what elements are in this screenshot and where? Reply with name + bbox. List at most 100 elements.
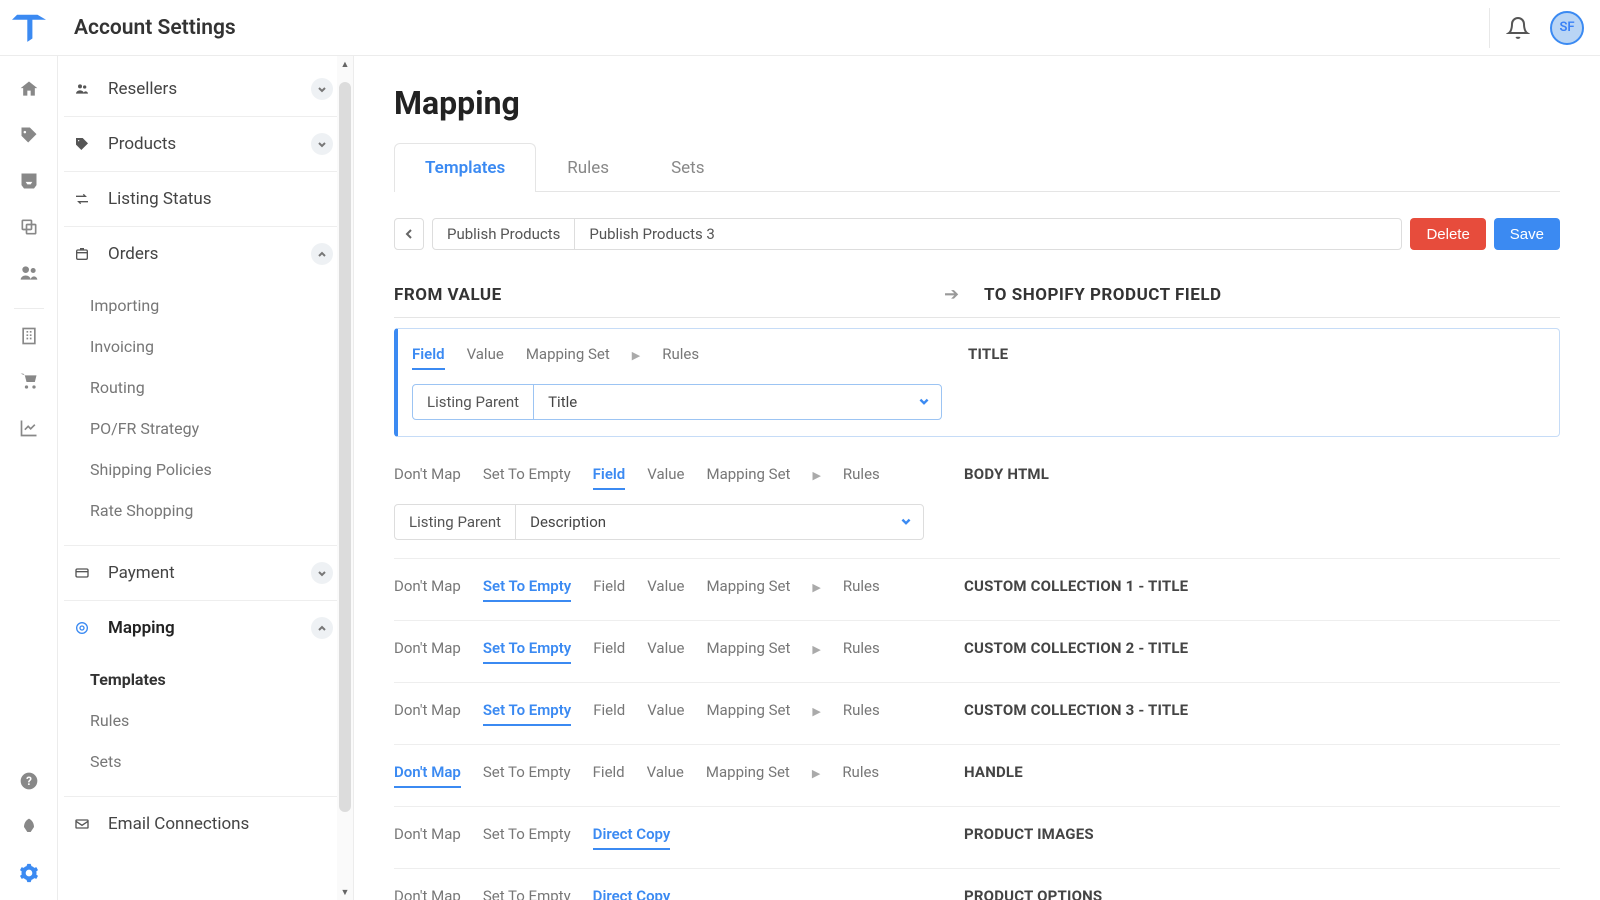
pill-dont-map[interactable]: Don't Map [394, 701, 461, 726]
chevron-down-icon[interactable] [311, 78, 333, 100]
help-icon[interactable]: ? [12, 762, 46, 800]
pill-set-empty[interactable]: Set To Empty [483, 465, 571, 490]
scroll-down-icon[interactable]: ▼ [337, 884, 353, 900]
sidebar-subitem-sets[interactable]: Sets [64, 741, 343, 782]
save-button[interactable]: Save [1494, 218, 1560, 250]
pill-rules[interactable]: Rules [842, 763, 879, 788]
copy-icon[interactable] [12, 208, 46, 246]
target-field-label: TITLE [968, 345, 1545, 363]
pill-field[interactable]: Field [593, 577, 625, 602]
scroll-up-icon[interactable]: ▲ [337, 56, 353, 72]
back-button[interactable] [394, 218, 424, 250]
pill-mapping-set[interactable]: Mapping Set [526, 345, 610, 370]
pill-set-empty[interactable]: Set To Empty [483, 701, 571, 726]
pill-rules[interactable]: Rules [843, 465, 880, 490]
pill-rules[interactable]: Rules [843, 639, 880, 664]
chart-line-icon[interactable] [12, 409, 46, 447]
building-icon[interactable] [12, 317, 46, 355]
pill-dont-map[interactable]: Don't Map [394, 763, 461, 788]
sidebar-item-email-connections[interactable]: Email Connections [64, 797, 343, 851]
tab-sets[interactable]: Sets [640, 143, 735, 192]
chevron-down-icon[interactable] [311, 562, 333, 584]
chevron-down-icon[interactable] [907, 385, 941, 419]
sidebar-item-mapping[interactable]: Mapping [64, 601, 343, 655]
app-logo[interactable] [0, 0, 58, 56]
sidebar-item-listing-status[interactable]: Listing Status [64, 172, 343, 226]
pill-value[interactable]: Value [647, 465, 684, 490]
pill-value[interactable]: Value [647, 701, 684, 726]
breadcrumb-segment[interactable]: Publish Products [433, 219, 574, 249]
chevron-up-icon[interactable] [311, 617, 333, 639]
field-select[interactable]: Listing ParentTitle [412, 384, 942, 420]
pill-set-empty[interactable]: Set To Empty [483, 763, 571, 788]
sidebar-item-payment[interactable]: Payment [64, 546, 343, 600]
pill-value[interactable]: Value [647, 639, 684, 664]
rocket-icon[interactable] [12, 808, 46, 846]
pill-rules[interactable]: Rules [843, 701, 880, 726]
target-field-label: HANDLE [964, 763, 1560, 781]
tag-icon[interactable] [12, 116, 46, 154]
pill-dont-map[interactable]: Don't Map [394, 639, 461, 664]
mapping-row: Don't MapSet To EmptyDirect CopyPRODUCT … [394, 869, 1560, 900]
sidebar-scrollbar[interactable]: ▲ ▼ [337, 56, 353, 900]
pill-set-empty[interactable]: Set To Empty [483, 639, 571, 664]
pill-mapping-set[interactable]: Mapping Set [706, 465, 790, 490]
sidebar: ResellersProductsListing StatusOrdersImp… [58, 56, 353, 900]
mapping-row: Don't Map Set To Empty Field Value Mapping S… [394, 621, 1560, 683]
notifications-icon[interactable] [1506, 16, 1530, 40]
sidebar-item-products[interactable]: Products [64, 117, 343, 171]
pill-value[interactable]: Value [467, 345, 504, 370]
pill-field[interactable]: Field [593, 763, 625, 788]
pill-dont-map[interactable]: Don't Map [394, 887, 461, 900]
inbox-icon[interactable] [12, 162, 46, 200]
pill-field[interactable]: Field [593, 701, 625, 726]
pill-dont-map[interactable]: Don't Map [394, 577, 461, 602]
chevron-up-icon[interactable] [311, 243, 333, 265]
pill-mapping-set[interactable]: Mapping Set [706, 577, 790, 602]
pill-field[interactable]: Field [593, 465, 626, 490]
envelope-icon [74, 816, 96, 832]
sidebar-item-orders[interactable]: Orders [64, 227, 343, 281]
pill-dont-map[interactable]: Don't Map [394, 825, 461, 850]
sidebar-subitem-importing[interactable]: Importing [64, 285, 343, 326]
sidebar-item-resellers[interactable]: Resellers [64, 62, 343, 116]
sidebar-subitem-po-fr-strategy[interactable]: PO/FR Strategy [64, 408, 343, 449]
sidebar-subitem-invoicing[interactable]: Invoicing [64, 326, 343, 367]
sidebar-subitem-templates[interactable]: Templates [64, 659, 343, 700]
chevron-down-icon[interactable] [889, 505, 923, 539]
delete-button[interactable]: Delete [1410, 218, 1485, 250]
cart-icon[interactable] [12, 363, 46, 401]
column-from-value: FROM VALUE [394, 285, 944, 305]
sidebar-subitem-routing[interactable]: Routing [64, 367, 343, 408]
pill-direct-copy[interactable]: Direct Copy [593, 887, 671, 900]
pill-rules[interactable]: Rules [843, 577, 880, 602]
sidebar-subitem-rules[interactable]: Rules [64, 700, 343, 741]
tab-rules[interactable]: Rules [536, 143, 640, 192]
pill-value[interactable]: Value [647, 577, 684, 602]
gear-icon[interactable] [12, 854, 46, 892]
pill-set-empty[interactable]: Set To Empty [483, 825, 571, 850]
field-select[interactable]: Listing ParentDescription [394, 504, 924, 540]
tab-templates[interactable]: Templates [394, 143, 536, 192]
pill-mapping-set[interactable]: Mapping Set [706, 763, 790, 788]
pill-mapping-set[interactable]: Mapping Set [706, 639, 790, 664]
pill-dont-map[interactable]: Don't Map [394, 465, 461, 490]
pill-field[interactable]: Field [412, 345, 445, 370]
pill-value[interactable]: Value [647, 763, 684, 788]
pill-rules[interactable]: Rules [662, 345, 699, 370]
breadcrumb-segment[interactable]: Publish Products 3 [574, 219, 729, 249]
home-icon[interactable] [12, 70, 46, 108]
users-icon[interactable] [12, 254, 46, 292]
pill-set-empty[interactable]: Set To Empty [483, 887, 571, 900]
chevron-down-icon[interactable] [311, 133, 333, 155]
sidebar-subitem-shipping-policies[interactable]: Shipping Policies [64, 449, 343, 490]
pill-set-empty[interactable]: Set To Empty [483, 577, 571, 602]
pill-direct-copy[interactable]: Direct Copy [593, 825, 671, 850]
avatar[interactable]: SF [1550, 11, 1584, 45]
caret-right-icon: ▶ [812, 643, 820, 661]
select-prefix: Listing Parent [413, 385, 534, 419]
sidebar-subitem-rate-shopping[interactable]: Rate Shopping [64, 490, 343, 531]
pill-field[interactable]: Field [593, 639, 625, 664]
scroll-thumb[interactable] [339, 82, 351, 812]
pill-mapping-set[interactable]: Mapping Set [706, 701, 790, 726]
